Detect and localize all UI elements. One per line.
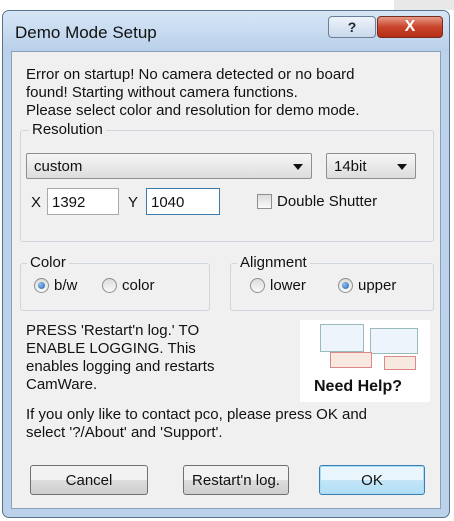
help-button[interactable]: ? xyxy=(328,16,376,38)
lower-radio-label[interactable]: lower xyxy=(270,277,306,294)
bw-radio[interactable] xyxy=(34,278,49,293)
need-help-image[interactable]: Need Help? xyxy=(300,320,430,402)
upper-radio-label[interactable]: upper xyxy=(358,277,396,294)
need-help-caption: Need Help? xyxy=(314,378,403,395)
resolution-preset-select[interactable]: custom xyxy=(26,153,312,179)
dialog-window: Demo Mode Setup ? X Error on startup! No… xyxy=(2,10,450,518)
logging-text-line: CamWare. xyxy=(26,376,98,393)
logging-text-line: enables logging and restarts xyxy=(26,358,215,375)
bw-radio-label[interactable]: b/w xyxy=(54,277,77,294)
cancel-button[interactable]: Cancel xyxy=(30,465,148,495)
restart-log-button[interactable]: Restart'n log. xyxy=(183,465,289,495)
double-shutter-checkbox[interactable] xyxy=(257,194,272,209)
bit-depth-select[interactable]: 14bit xyxy=(326,153,416,179)
chevron-down-icon xyxy=(293,164,303,170)
window-title: Demo Mode Setup xyxy=(15,23,157,42)
color-radio[interactable] xyxy=(102,278,117,293)
y-label: Y xyxy=(128,194,139,211)
resolution-group: Resolution xyxy=(20,121,434,242)
error-message-line: found! Starting without camera functions… xyxy=(26,84,298,101)
dialog-content: Error on startup! No camera detected or … xyxy=(11,51,441,509)
error-message-line: Please select color and resolution for d… xyxy=(26,102,360,119)
logging-text-line: ENABLE LOGGING. This xyxy=(26,340,196,357)
close-icon: X xyxy=(404,18,416,35)
question-icon: ? xyxy=(347,19,357,35)
ok-button[interactable]: OK xyxy=(319,465,425,495)
title-bar[interactable]: Demo Mode Setup ? X xyxy=(3,11,449,51)
x-label: X xyxy=(31,194,42,211)
resolution-group-label: Resolution xyxy=(29,121,106,138)
chevron-down-icon xyxy=(397,164,407,170)
background-strip xyxy=(0,0,454,10)
color-group-label: Color xyxy=(27,254,69,271)
logging-text-line: PRESS 'Restart'n log.' TO xyxy=(26,322,200,339)
error-message-line: Error on startup! No camera detected or … xyxy=(26,66,355,83)
upper-radio[interactable] xyxy=(338,278,353,293)
height-input[interactable]: 1040 xyxy=(146,188,220,215)
width-input[interactable]: 1392 xyxy=(47,188,119,215)
double-shutter-label[interactable]: Double Shutter xyxy=(277,193,377,210)
lower-radio[interactable] xyxy=(250,278,265,293)
contact-text-line: If you only like to contact pco, please … xyxy=(26,406,368,423)
alignment-group-label: Alignment xyxy=(237,254,310,271)
contact-text-line: select '?/About' and 'Support'. xyxy=(26,424,223,441)
color-radio-label[interactable]: color xyxy=(122,277,155,294)
close-button[interactable]: X xyxy=(377,16,443,38)
